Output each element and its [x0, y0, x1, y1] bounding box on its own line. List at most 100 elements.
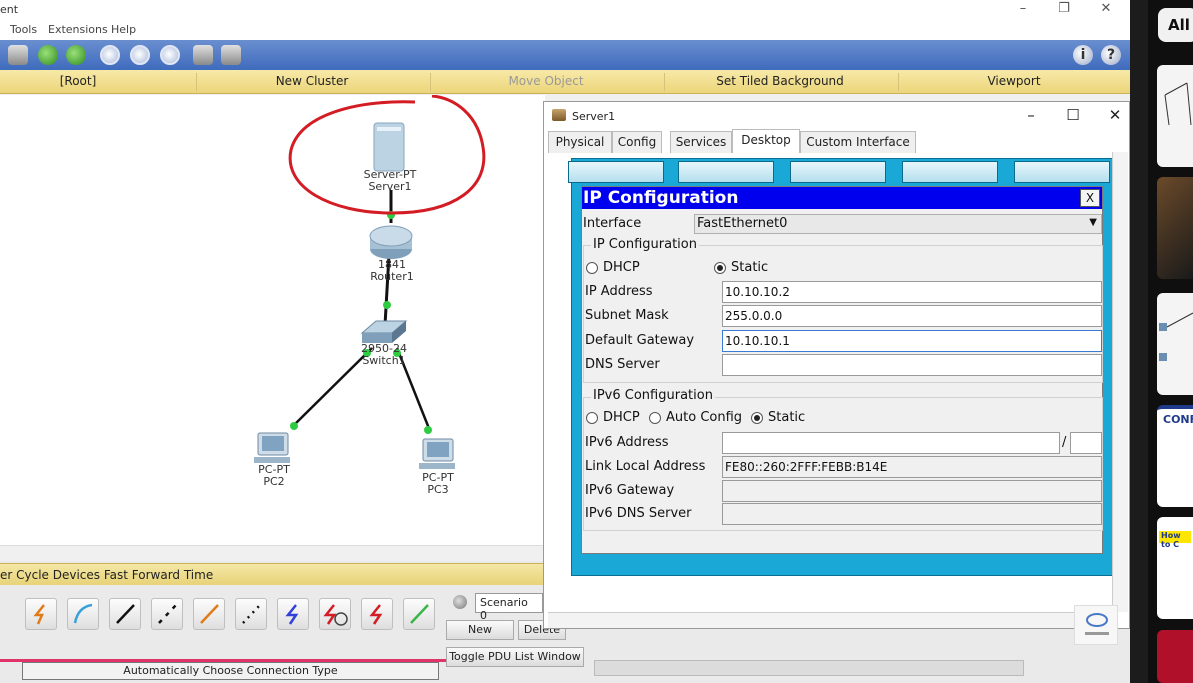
router-icon [369, 225, 413, 259]
zoom-reset-icon[interactable] [130, 45, 150, 65]
ipv6-group-title: IPv6 Configuration [591, 388, 715, 403]
serial-dte-cable-icon[interactable] [361, 598, 393, 630]
nav-move-object[interactable]: Move Object [430, 74, 662, 88]
custom-device-icon[interactable] [221, 45, 241, 65]
auto-connection-icon[interactable] [25, 598, 57, 630]
video-thumbnail[interactable] [1157, 65, 1193, 167]
link-local-label: Link Local Address [585, 459, 706, 474]
ipv6-gateway-label: IPv6 Gateway [585, 483, 675, 498]
ip-configuration-dialog: IP Configuration X Interface FastEtherne… [581, 186, 1103, 554]
desktop-app-icon[interactable] [1014, 161, 1110, 183]
link-light [290, 422, 298, 430]
server-vertical-scrollbar[interactable] [1112, 152, 1128, 612]
menu-extensions[interactable]: Extensions [48, 23, 108, 36]
workspace-scrollbar[interactable] [0, 545, 545, 561]
help-icon[interactable]: ? [1101, 45, 1121, 65]
filter-chip-all[interactable]: All [1158, 8, 1193, 42]
restore-button[interactable]: ❐ [1052, 1, 1076, 16]
ipv4-dhcp-radio[interactable] [586, 262, 598, 274]
server-icon [373, 122, 405, 172]
fiber-cable-icon[interactable] [193, 598, 225, 630]
link-light [383, 301, 391, 309]
server-horizontal-scrollbar[interactable] [548, 612, 1113, 628]
ipv6-dhcp-radio[interactable] [586, 412, 598, 424]
ipv6-static-radio[interactable] [751, 412, 763, 424]
ipv4-static-radio[interactable] [714, 262, 726, 274]
nav-tiled-background[interactable]: Set Tiled Background [664, 74, 896, 88]
ipv6-prefix-field[interactable] [1070, 432, 1102, 454]
desktop-app-icon[interactable] [790, 161, 886, 183]
pdu-list-scrollbar[interactable] [594, 660, 1024, 676]
logical-workspace[interactable]: Server-PT Server1 1841 Router1 2950-24 S… [0, 95, 545, 560]
palette-icon[interactable] [193, 45, 213, 65]
video-thumbnail[interactable]: How to C [1157, 517, 1193, 619]
default-gateway-field[interactable]: 10.10.10.1 [722, 330, 1102, 352]
page-scrollbar[interactable] [1130, 0, 1148, 683]
video-thumbnail[interactable]: CONF [1157, 405, 1193, 507]
server1-window: Server1 – ☐ ✕ Physical Config Services D… [543, 101, 1130, 645]
chevron-down-icon: ▼ [1089, 217, 1097, 228]
close-button[interactable]: ✕ [1094, 1, 1118, 16]
info-icon[interactable]: i [1073, 45, 1093, 65]
device-label-pc2: PC-PT PC2 [234, 464, 314, 488]
console-cable-icon[interactable] [67, 598, 99, 630]
video-thumbnail[interactable] [1157, 177, 1193, 279]
nav-root[interactable]: [Root] [0, 74, 156, 88]
device-name: PC3 [427, 483, 449, 496]
crossover-cable-icon[interactable] [151, 598, 183, 630]
tab-custom-interface[interactable]: Custom Interface [800, 131, 916, 153]
logical-nav-bar: [Root] New Cluster Move Object Set Tiled… [0, 70, 1130, 94]
nav-viewport[interactable]: Viewport [898, 74, 1130, 88]
ip-config-title-bar: IP Configuration X [582, 187, 1102, 209]
subnet-mask-field[interactable]: 255.0.0.0 [722, 305, 1102, 327]
server-minimize-button[interactable]: – [1016, 106, 1046, 124]
server1-title: Server1 [572, 110, 616, 123]
serial-dce-cable-icon[interactable] [319, 598, 351, 630]
device-label-server: Server-PT Server1 [350, 169, 430, 193]
tab-desktop[interactable]: Desktop [732, 129, 800, 153]
tab-physical[interactable]: Physical [548, 131, 612, 153]
desktop-app-icon[interactable] [678, 161, 774, 183]
zoom-in-icon[interactable] [100, 45, 120, 65]
ipv6-dhcp-label: DHCP [603, 410, 640, 425]
straight-through-cable-icon[interactable] [109, 598, 141, 630]
desktop-app-icon[interactable] [902, 161, 998, 183]
server-maximize-button[interactable]: ☐ [1058, 106, 1088, 124]
toggle-pdu-button[interactable]: Toggle PDU List Window [446, 647, 584, 667]
ip-address-field[interactable]: 10.10.10.2 [722, 281, 1102, 303]
ipv6-gateway-field[interactable] [722, 480, 1102, 502]
ipv6-address-field[interactable] [722, 432, 1060, 454]
paste-icon[interactable] [66, 45, 86, 65]
phone-cable-icon[interactable] [235, 598, 267, 630]
video-progress-bar[interactable] [0, 659, 470, 662]
main-toolbar: i ? [0, 40, 1130, 70]
dns-server-field[interactable] [722, 354, 1102, 376]
copy-icon[interactable] [38, 45, 58, 65]
link-light [424, 426, 432, 434]
prefix-separator: / [1062, 435, 1067, 450]
video-thumbnail[interactable] [1157, 293, 1193, 395]
coaxial-cable-icon[interactable] [277, 598, 309, 630]
new-scenario-button[interactable]: New [446, 620, 514, 640]
video-thumbnail[interactable] [1157, 630, 1193, 683]
ipv6-auto-config-label: Auto Config [666, 410, 743, 425]
ipv6-dns-label: IPv6 DNS Server [585, 506, 692, 521]
desktop-app-icon[interactable] [568, 161, 664, 183]
ipv6-address-label: IPv6 Address [585, 435, 669, 450]
scenario-select[interactable]: Scenario 0 [475, 593, 543, 622]
ipv6-auto-config-radio[interactable] [649, 412, 661, 424]
interface-select[interactable]: FastEthernet0 ▼ [694, 214, 1102, 234]
zoom-out-icon[interactable] [160, 45, 180, 65]
nav-new-cluster[interactable]: New Cluster [196, 74, 428, 88]
ip-config-close-button[interactable]: X [1080, 189, 1100, 207]
tab-services[interactable]: Services [670, 131, 732, 153]
ipv6-dns-field[interactable] [722, 503, 1102, 525]
device-name: PC2 [263, 475, 285, 488]
octal-cable-icon[interactable] [403, 598, 435, 630]
menu-tools[interactable]: Tools [10, 23, 37, 36]
server-close-button[interactable]: ✕ [1100, 106, 1130, 124]
minimize-button[interactable]: – [1011, 1, 1035, 16]
tab-config[interactable]: Config [612, 131, 662, 153]
menu-help[interactable]: Help [111, 23, 136, 36]
activity-wizard-icon[interactable] [8, 45, 28, 65]
